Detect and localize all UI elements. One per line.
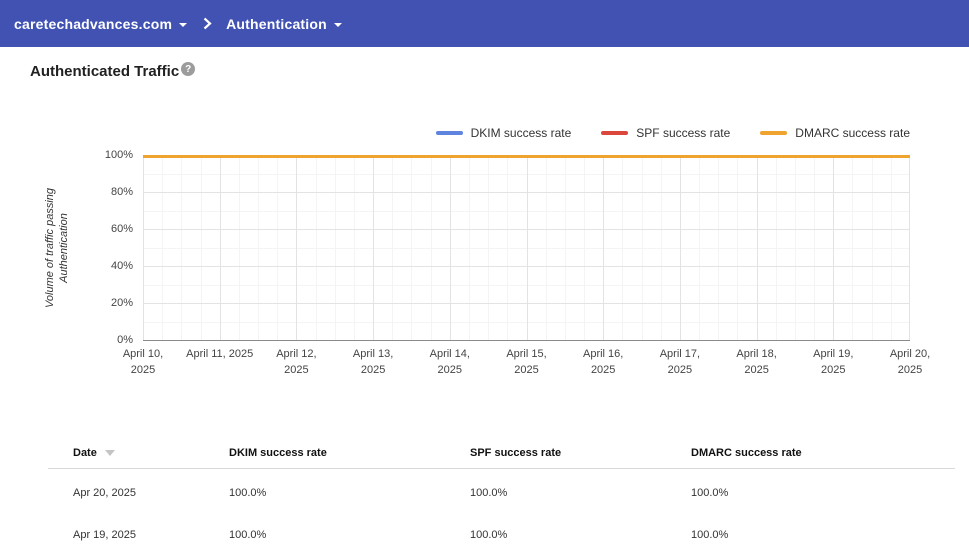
- traffic-chart[interactable]: [143, 155, 910, 341]
- column-header-label: SPF success rate: [470, 446, 562, 459]
- column-header-dmarc[interactable]: DMARC success rate: [691, 447, 955, 459]
- table-body: Apr 20, 2025 100.0% 100.0% 100.0% Apr 19, 20…: [48, 472, 955, 551]
- column-header-label: DKIM success rate: [229, 446, 327, 459]
- column-header-label: Date: [73, 446, 97, 459]
- y-tick-label: 100%: [104, 149, 133, 161]
- legend-item: DKIM success rate: [435, 126, 572, 140]
- x-axis-ticks: April 10, 2025 April 11, 2025 April 12, 2025…: [123, 346, 930, 378]
- table-cell: Apr 20, 2025: [73, 487, 136, 499]
- chevron-down-icon: [179, 22, 188, 27]
- table-cell: 100.0%: [691, 529, 729, 541]
- y-tick-label: 60%: [110, 223, 133, 235]
- table-row: Apr 19, 2025 100.0% 100.0% 100.0%: [48, 514, 955, 551]
- app-bar: caretechadvances.com Authentication: [0, 0, 969, 47]
- legend-swatch-icon: [601, 131, 629, 135]
- help-icon[interactable]: ?: [181, 62, 196, 76]
- table-cell: 100.0%: [691, 487, 729, 499]
- column-header-dkim[interactable]: DKIM success rate: [229, 447, 470, 459]
- table-cell: 100.0%: [470, 529, 508, 541]
- table-cell: 100.0%: [229, 529, 267, 541]
- legend-item-label: SPF success rate: [636, 126, 731, 140]
- table-cell: Apr 19, 2025: [73, 529, 136, 541]
- y-tick-label: 0%: [117, 334, 133, 346]
- section-menu[interactable]: Authentication: [226, 16, 342, 32]
- x-tick-label: April 20, 2025: [889, 348, 931, 376]
- column-header-label: DMARC success rate: [691, 446, 802, 459]
- legend-item-label: DMARC success rate: [795, 126, 910, 140]
- legend-swatch-icon: [760, 131, 788, 135]
- sort-desc-icon: [104, 449, 115, 456]
- chart-plot-svg: [143, 155, 910, 341]
- table-cell: 100.0%: [470, 487, 508, 499]
- legend-swatch-icon: [435, 131, 463, 135]
- table-cell: 100.0%: [229, 487, 267, 499]
- legend-item-label: DKIM success rate: [470, 126, 572, 140]
- table-row: Apr 20, 2025 100.0% 100.0% 100.0%: [48, 472, 955, 514]
- y-tick-label: 40%: [110, 260, 133, 272]
- postmaster-page: caretechadvances.com Authentication Auth…: [0, 0, 969, 551]
- y-tick-label: 20%: [110, 297, 133, 309]
- column-header-date[interactable]: Date: [73, 447, 229, 459]
- chart-legend: DKIM success rate SPF success rate DMARC s…: [435, 126, 910, 140]
- breadcrumb-chevron-icon: [203, 17, 212, 30]
- legend-item: DMARC success rate: [760, 126, 910, 140]
- y-tick-label: 80%: [110, 186, 133, 198]
- table-header-row: Date DKIM success rate SPF success rate DMA…: [48, 437, 955, 469]
- section-menu-label: Authentication: [226, 15, 327, 32]
- column-header-spf[interactable]: SPF success rate: [470, 447, 691, 459]
- chevron-down-icon: [333, 22, 342, 27]
- legend-item: SPF success rate: [601, 126, 730, 140]
